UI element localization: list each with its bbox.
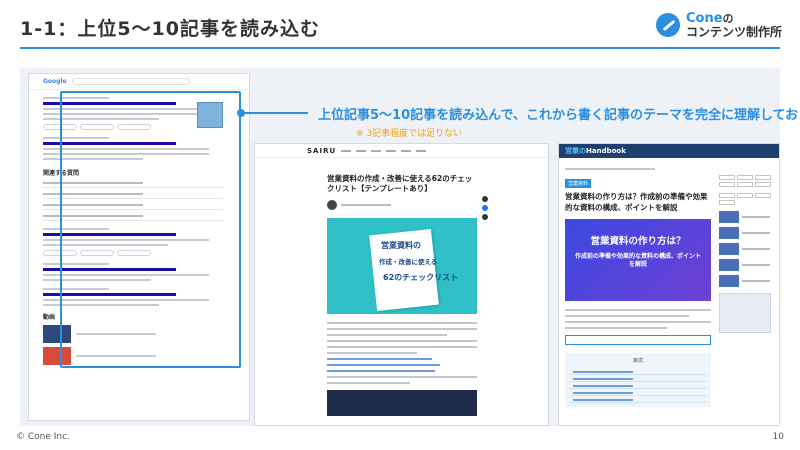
category-tag: 営業資料	[565, 179, 592, 188]
article-body-text	[327, 322, 477, 385]
article-sidebar	[719, 168, 775, 333]
breadcrumb	[565, 168, 655, 170]
article-body-text	[565, 309, 711, 329]
article-author	[327, 200, 477, 211]
logo-suffix: の	[722, 12, 734, 25]
page-number: 10	[772, 432, 784, 442]
google-logo: Google	[43, 78, 67, 85]
sidebar-banner	[719, 293, 771, 333]
article-title: 営業資料の作り方は？作成前の準備や効果的な資料の構成、ポイントを解説	[565, 192, 708, 212]
handbook-logo: 営業のHandbook	[565, 146, 626, 156]
eyecatch-line1: 営業資料の	[381, 241, 421, 251]
share-buttons	[482, 196, 488, 220]
article-screenshot-handbook: 営業のHandbook 営業資料 営業資料の作り方は？作成前の準備や効果的な資料…	[558, 143, 780, 426]
copyright: © Cone Inc.	[16, 432, 70, 442]
top-results-highlight	[60, 91, 241, 368]
title-divider	[20, 47, 780, 49]
author-avatar	[327, 200, 337, 211]
serp-search-box	[71, 78, 190, 85]
slide-title: 1-1：上位5〜10記事を読み込む	[20, 18, 320, 40]
toc-heading: 目次	[632, 358, 643, 364]
article-eyecatch: 営業資料の 作成・改善に使える 62のチェックリスト	[327, 218, 477, 315]
handbook-logo-name: Handbook	[586, 147, 626, 155]
connector-dot	[237, 109, 245, 117]
article-title: 営業資料の作成・改善に使える62のチェックリスト【テンプレートあり】	[327, 174, 473, 194]
callout-note: ※ 3記事程度では足りない	[356, 129, 463, 139]
embedded-video	[327, 390, 477, 417]
table-of-contents: 目次	[565, 353, 711, 407]
logo-tagline: コンテンツ制作所	[685, 24, 782, 39]
callout-connector	[241, 112, 308, 114]
article-eyecatch: 営業資料の作り方は？ 作成前の準備や効果的な資料の構成、ポイントを解説	[565, 219, 711, 301]
handbook-logo-prefix: 営業の	[565, 147, 586, 155]
company-logo: Coneの コンテンツ制作所	[655, 11, 782, 39]
share-hatena-icon	[482, 214, 488, 220]
site-logo: SAIRU	[307, 146, 337, 155]
cone-logo-icon	[655, 13, 680, 38]
article-screenshot-saibu: SAIRU 営業資料の作成・改善に使える62のチェックリスト【テンプレートあり】…	[254, 143, 549, 426]
logo-brand: Cone	[685, 11, 723, 26]
eyecatch-heading: 営業資料の作り方は？	[590, 236, 686, 247]
eyecatch-subheading: 作成前の準備や効果的な資料の構成、ポイントを解説	[574, 253, 701, 269]
eyecatch-line3: 62のチェックリスト	[383, 273, 459, 283]
callout-text: 上位記事5〜10記事を読み込んで、これから書く記事のテーマを完全に理解しておく	[318, 108, 800, 123]
cta-banner	[565, 335, 711, 345]
share-facebook-icon	[482, 205, 488, 211]
eyecatch-line2: 作成・改善に使える	[379, 258, 438, 267]
share-x-icon	[482, 196, 488, 202]
